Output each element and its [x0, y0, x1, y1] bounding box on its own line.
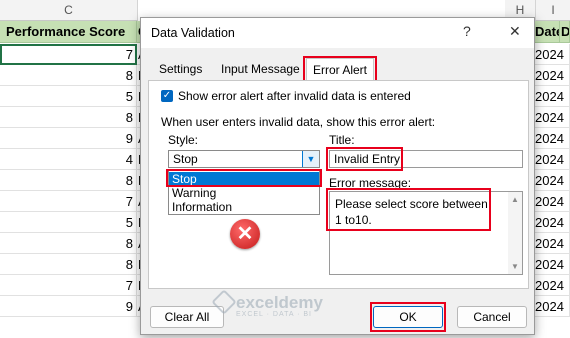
year-cell[interactable]: 2024: [535, 212, 570, 233]
tab-settings[interactable]: Settings: [153, 58, 208, 80]
score-cell[interactable]: 7: [0, 191, 137, 212]
column-header-c[interactable]: C: [0, 0, 138, 21]
score-cell[interactable]: 4: [0, 149, 137, 170]
header-cell-date[interactable]: Date: [535, 21, 560, 43]
title-field-value: Invalid Entry: [334, 152, 401, 166]
year-cell[interactable]: 2024: [535, 191, 570, 212]
header-cell-extra[interactable]: D: [560, 21, 570, 43]
scroll-down-icon[interactable]: ▼: [511, 262, 519, 271]
clear-all-button[interactable]: Clear All: [150, 306, 224, 328]
message-label: Error message:: [329, 176, 412, 190]
year-cell[interactable]: 2024: [535, 296, 570, 317]
year-cell[interactable]: 2024: [535, 254, 570, 275]
column-header-i[interactable]: I: [536, 0, 570, 21]
show-alert-label: Show error alert after invalid data is e…: [178, 89, 411, 103]
score-cell[interactable]: 7: [0, 44, 137, 65]
cancel-button[interactable]: Cancel: [457, 306, 527, 328]
style-select-value: Stop: [173, 152, 198, 166]
score-cell[interactable]: 8: [0, 233, 137, 254]
score-cell[interactable]: 9: [0, 296, 137, 317]
dialog-titlebar[interactable]: Data Validation ? ✕: [141, 18, 534, 48]
error-message-text: Please select score between 1 to10.: [335, 197, 488, 227]
header-cell-performance-score[interactable]: Performance Score: [0, 21, 137, 43]
chevron-down-icon[interactable]: ▼: [302, 151, 319, 167]
ok-button[interactable]: OK: [373, 306, 443, 328]
score-cell[interactable]: 8: [0, 107, 137, 128]
year-cell[interactable]: 2024: [535, 275, 570, 296]
score-cell[interactable]: 8: [0, 170, 137, 191]
score-cell[interactable]: 9: [0, 128, 137, 149]
error-alert-panel: ✓ Show error alert after invalid data is…: [148, 80, 529, 289]
dialog-title: Data Validation: [151, 26, 235, 40]
error-message-field[interactable]: Please select score between 1 to10. ▲ ▼: [329, 191, 523, 275]
score-cell[interactable]: 8: [0, 65, 137, 86]
data-validation-dialog: Data Validation ? ✕ Settings Input Messa…: [140, 17, 535, 335]
error-stop-icon: ✕: [230, 219, 260, 249]
score-cell[interactable]: 5: [0, 212, 137, 233]
title-label: Title:: [329, 133, 355, 147]
show-alert-checkbox[interactable]: ✓: [161, 90, 173, 102]
year-cell[interactable]: 2024: [535, 44, 570, 65]
year-cell[interactable]: 2024: [535, 65, 570, 86]
style-option-stop[interactable]: Stop: [169, 172, 319, 186]
style-select[interactable]: Stop ▼: [168, 150, 320, 168]
when-label: When user enters invalid data, show this…: [161, 115, 436, 129]
score-cell[interactable]: 8: [0, 254, 137, 275]
tab-error-alert[interactable]: Error Alert: [306, 58, 375, 81]
title-field[interactable]: Invalid Entry: [329, 150, 523, 168]
style-option-warning[interactable]: Warning: [169, 186, 319, 200]
watermark-tagline: EXCEL · DATA · BI: [236, 311, 312, 318]
watermark-brand: exceldemy: [236, 293, 323, 312]
score-cell[interactable]: 7: [0, 275, 137, 296]
help-icon[interactable]: ?: [463, 23, 471, 39]
year-cell[interactable]: 2024: [535, 233, 570, 254]
style-option-information[interactable]: Information: [169, 200, 319, 214]
style-label: Style:: [168, 133, 199, 147]
year-cell[interactable]: 2024: [535, 149, 570, 170]
year-cell[interactable]: 2024: [535, 86, 570, 107]
close-icon[interactable]: ✕: [509, 23, 521, 40]
year-cell[interactable]: 2024: [535, 128, 570, 149]
tab-input-message[interactable]: Input Message: [215, 58, 306, 80]
score-cell[interactable]: 5: [0, 86, 137, 107]
scroll-up-icon[interactable]: ▲: [511, 195, 519, 204]
year-cell[interactable]: 2024: [535, 107, 570, 128]
year-cell[interactable]: 2024: [535, 170, 570, 191]
message-scrollbar[interactable]: ▲ ▼: [508, 192, 522, 274]
style-dropdown-list: Stop Warning Information: [168, 169, 320, 215]
